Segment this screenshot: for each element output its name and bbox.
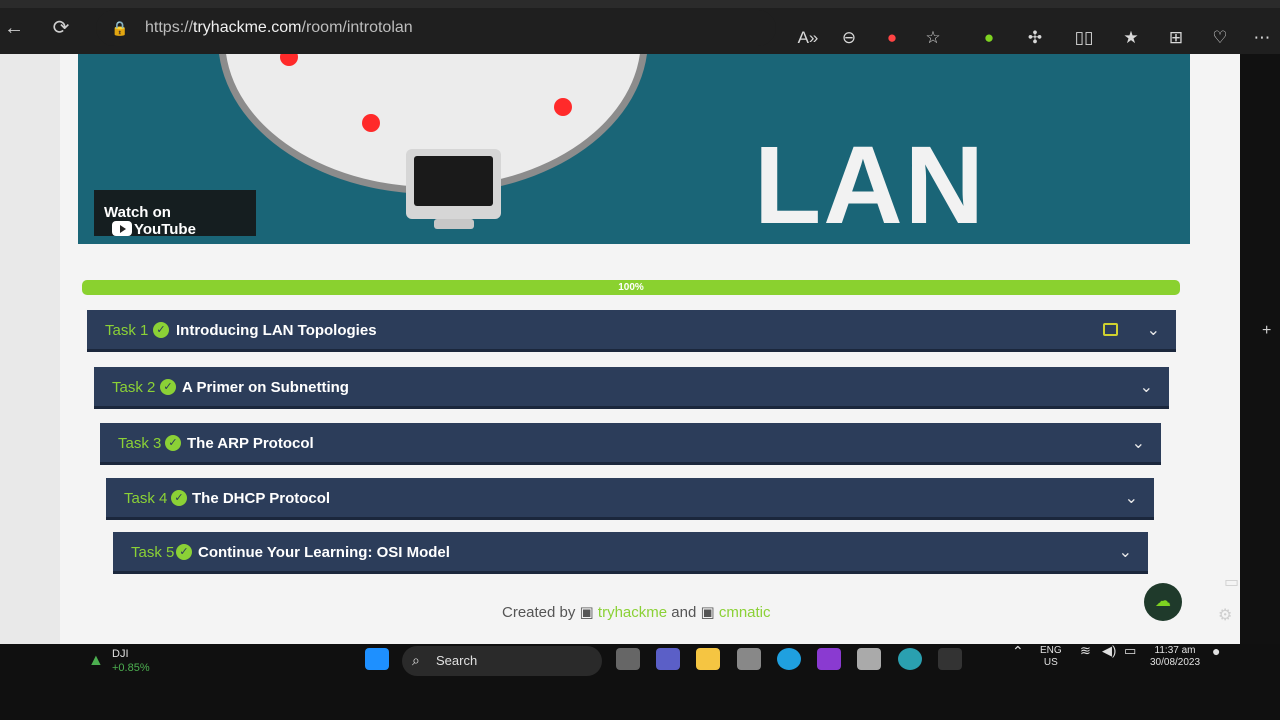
notes-icon[interactable] bbox=[1103, 323, 1118, 336]
search-icon: ⌕ bbox=[412, 652, 420, 668]
edge-browser-icon[interactable] bbox=[777, 648, 801, 670]
battery-icon[interactable]: ▭ bbox=[1124, 644, 1136, 657]
more-menu-icon[interactable]: ⋯ bbox=[1250, 26, 1274, 50]
room-progress-bar: 100% bbox=[82, 280, 1180, 295]
task-number: Task 4 bbox=[124, 490, 168, 507]
watch-on-label: Watch on bbox=[104, 204, 171, 221]
show-hidden-icons-chevron[interactable]: ⌃ bbox=[1012, 644, 1024, 658]
lock-icon[interactable]: 🔒 bbox=[106, 14, 134, 42]
chevron-down-icon[interactable]: ⌄ bbox=[1140, 377, 1153, 397]
watch-on-youtube-button[interactable]: Watch on YouTube bbox=[94, 190, 256, 238]
clock-date: 30/08/2023 bbox=[1150, 657, 1201, 668]
back-arrow-icon: ← bbox=[4, 17, 24, 39]
chevron-down-icon[interactable]: ⌄ bbox=[1147, 320, 1160, 340]
notification-icon[interactable]: ● bbox=[1212, 644, 1220, 658]
chevron-down-icon[interactable]: ⌄ bbox=[1125, 488, 1138, 508]
and-label: and bbox=[671, 604, 697, 621]
cloud-floating-button[interactable]: ☁ bbox=[1144, 583, 1182, 621]
tab-strip[interactable] bbox=[0, 0, 1280, 8]
media-icon[interactable] bbox=[817, 648, 841, 670]
task-title: Continue Your Learning: OSI Model bbox=[198, 544, 450, 561]
stock-chart-icon: ▲ bbox=[88, 652, 104, 669]
avatar-icon: ▣ bbox=[700, 604, 715, 621]
url-prefix: https:// bbox=[145, 19, 194, 36]
sidebar-add-icon[interactable]: + bbox=[1262, 322, 1271, 340]
tracking-icon[interactable]: ● bbox=[880, 26, 904, 50]
volume-icon[interactable]: ◀) bbox=[1102, 644, 1116, 657]
created-by-label: Created by bbox=[502, 604, 576, 621]
windows-start-icon[interactable] bbox=[365, 648, 389, 670]
check-circle-icon: ✓ bbox=[176, 544, 192, 560]
favorites-icon[interactable]: ★ bbox=[1119, 26, 1143, 50]
room-credits: Created by ▣ tryhackme and ▣ cmnatic bbox=[502, 603, 771, 621]
sidebar-panel-icon[interactable]: ▭ bbox=[1224, 572, 1239, 592]
youtube-label: YouTube bbox=[134, 221, 196, 238]
avatar-icon: ▣ bbox=[579, 604, 594, 621]
reload-icon: ⟳ bbox=[52, 17, 70, 39]
task-title: The DHCP Protocol bbox=[192, 490, 331, 507]
file-explorer-icon[interactable] bbox=[696, 648, 720, 670]
task-title: Introducing LAN Topologies bbox=[176, 322, 377, 339]
task-number: Task 1 bbox=[105, 322, 149, 339]
search-label: Search bbox=[436, 653, 478, 668]
check-circle-icon: ✓ bbox=[160, 379, 176, 395]
collections-icon[interactable]: ⊞ bbox=[1164, 26, 1188, 50]
back-button[interactable]: ← bbox=[0, 14, 28, 42]
creator-link-tryhackme[interactable]: tryhackme bbox=[598, 604, 667, 621]
task-3-header[interactable]: Task 3 ✓ The ARP Protocol ⌄ bbox=[100, 423, 1161, 465]
extensions-puzzle-icon[interactable]: ✣ bbox=[1023, 26, 1047, 50]
stock-change: +0.85% bbox=[112, 662, 150, 674]
task-title: The ARP Protocol bbox=[187, 435, 314, 452]
url-domain: tryhackme.com bbox=[193, 19, 302, 36]
network-app-icon[interactable] bbox=[898, 648, 922, 670]
stock-name: DJI bbox=[112, 648, 129, 660]
store-icon[interactable] bbox=[737, 648, 761, 670]
node-dot bbox=[554, 98, 572, 116]
progress-label: 100% bbox=[618, 282, 644, 293]
reload-button[interactable]: ⟳ bbox=[47, 14, 75, 42]
chevron-down-icon[interactable]: ⌄ bbox=[1132, 433, 1145, 453]
split-screen-icon[interactable]: ▯▯ bbox=[1072, 26, 1096, 50]
task-1-header[interactable]: Task 1 ✓ Introducing LAN Topologies ⌄ bbox=[87, 310, 1176, 352]
youtube-play-icon bbox=[112, 221, 132, 236]
url-path: /room/introtolan bbox=[301, 19, 413, 36]
wifi-icon[interactable]: ≋ bbox=[1080, 644, 1091, 657]
monitor-stand bbox=[434, 219, 474, 229]
zoom-out-icon[interactable]: ⊖ bbox=[837, 26, 861, 50]
clock[interactable]: 11:37 am 30/08/2023 bbox=[1150, 645, 1200, 669]
video-heading: LAN bbox=[754, 124, 987, 244]
check-circle-icon: ✓ bbox=[165, 435, 181, 451]
browser-essentials-icon[interactable]: ♡ bbox=[1208, 26, 1232, 50]
bookmark-star-icon[interactable]: ☆ bbox=[921, 26, 945, 50]
node-dot bbox=[362, 114, 380, 132]
creator-link-cmnatic[interactable]: cmnatic bbox=[719, 604, 771, 621]
chevron-down-icon[interactable]: ⌄ bbox=[1119, 542, 1132, 562]
stock-widget[interactable]: DJI +0.85% bbox=[112, 648, 150, 674]
task-title: A Primer on Subnetting bbox=[182, 379, 349, 396]
taskbar-search[interactable]: ⌕ Search bbox=[402, 646, 602, 676]
extension-icon[interactable]: ● bbox=[977, 26, 1001, 50]
read-aloud-icon[interactable]: A» bbox=[796, 26, 820, 50]
chat-icon[interactable] bbox=[656, 648, 680, 670]
computer-icon bbox=[406, 149, 501, 219]
task-view-icon[interactable] bbox=[616, 648, 640, 670]
language-indicator[interactable]: ENG US bbox=[1040, 645, 1062, 669]
virtualbox-icon[interactable] bbox=[857, 648, 881, 670]
task-number: Task 3 bbox=[118, 435, 162, 452]
lang-bottom: US bbox=[1043, 657, 1058, 668]
check-circle-icon: ✓ bbox=[171, 490, 187, 506]
task-5-header[interactable]: Task 5 ✓ Continue Your Learning: OSI Mod… bbox=[113, 532, 1148, 574]
check-circle-icon: ✓ bbox=[153, 322, 169, 338]
clock-time: 11:37 am bbox=[1154, 645, 1196, 656]
task-number: Task 5 bbox=[131, 544, 175, 561]
address-url[interactable]: https://tryhackme.com/room/introtolan bbox=[145, 19, 413, 37]
youtube-logo: YouTube bbox=[112, 221, 196, 238]
task-number: Task 2 bbox=[112, 379, 156, 396]
task-4-header[interactable]: Task 4 ✓ The DHCP Protocol ⌄ bbox=[106, 478, 1154, 520]
terminal-icon[interactable] bbox=[938, 648, 962, 670]
lang-top: ENG bbox=[1040, 645, 1062, 656]
task-2-header[interactable]: Task 2 ✓ A Primer on Subnetting ⌄ bbox=[94, 367, 1169, 409]
settings-gear-icon[interactable]: ⚙ bbox=[1218, 605, 1232, 625]
